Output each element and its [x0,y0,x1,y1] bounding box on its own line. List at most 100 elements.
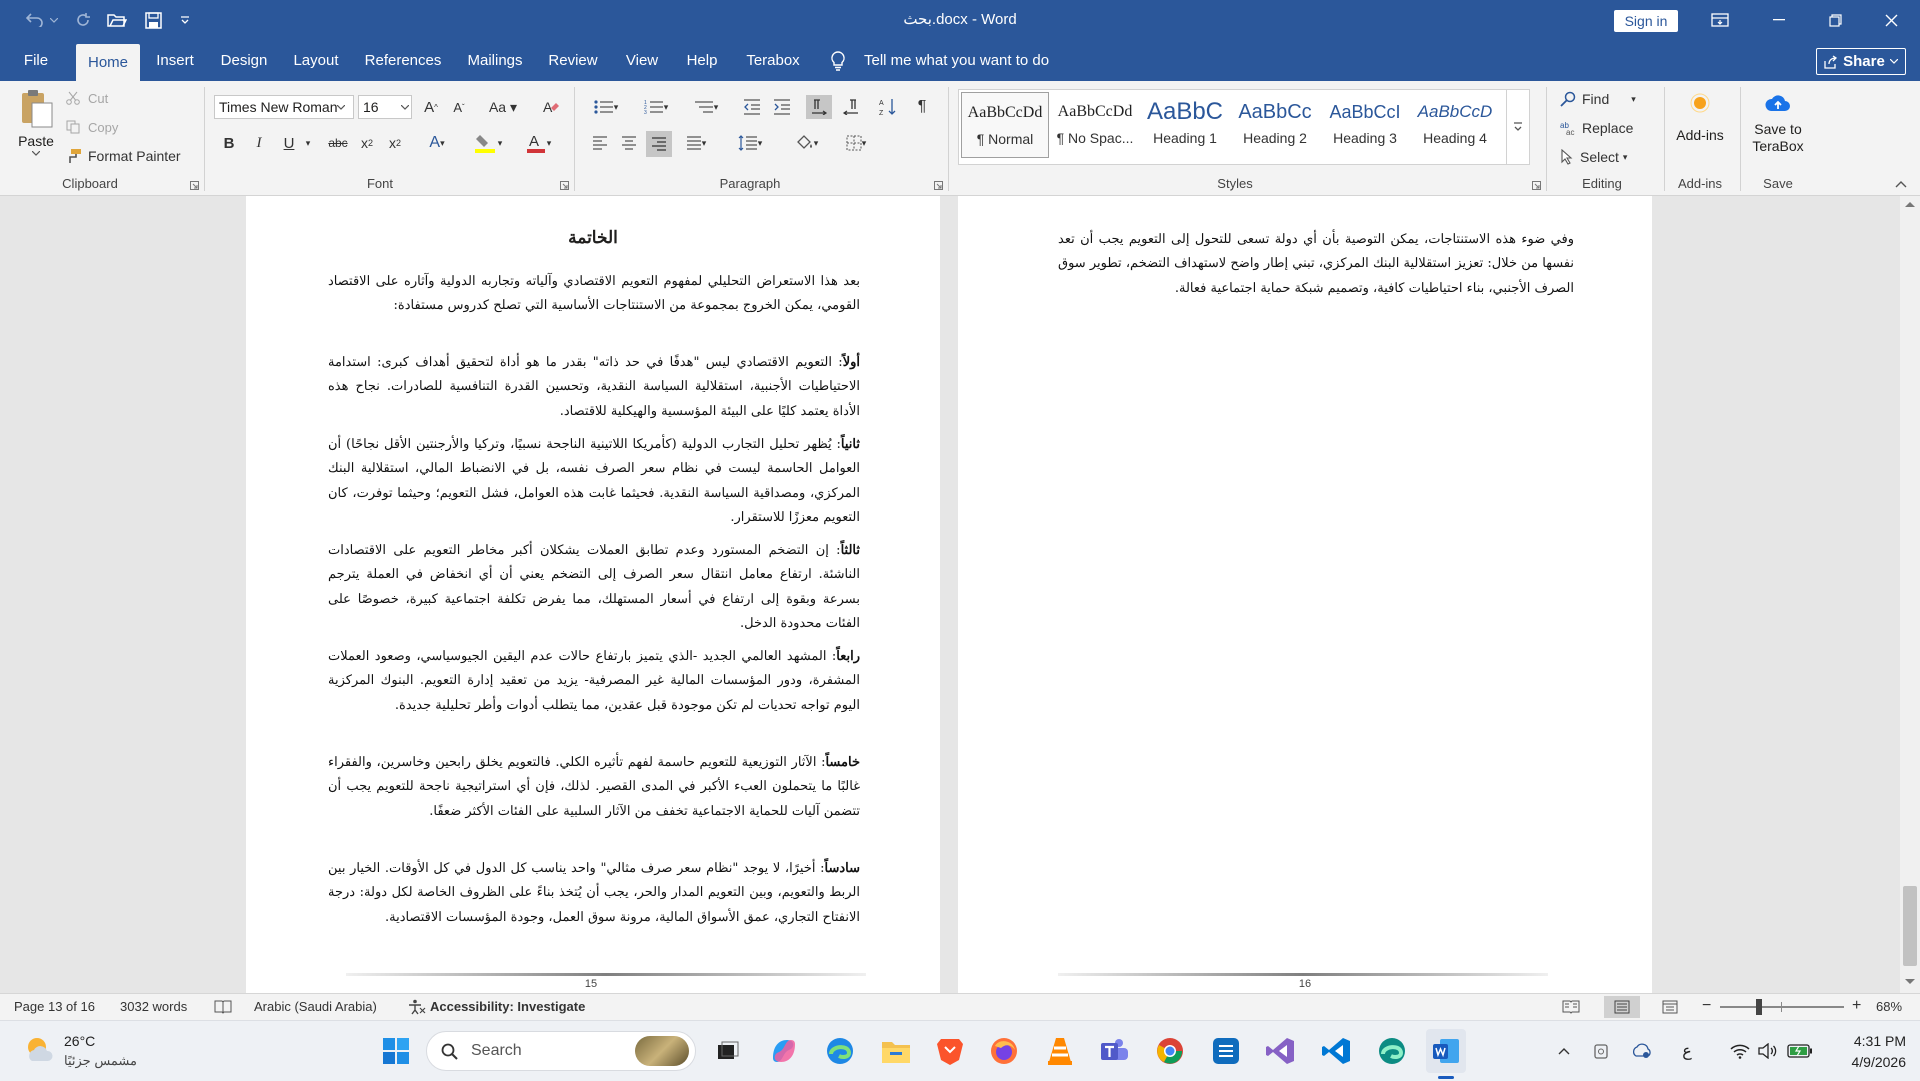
scroll-up-icon[interactable] [1904,200,1916,208]
align-center-icon[interactable] [617,131,641,155]
read-mode-icon[interactable] [1562,1000,1580,1014]
undo-dropdown-icon[interactable] [48,9,60,31]
borders-icon[interactable]: ▾ [836,131,876,155]
styles-more-button[interactable] [1506,89,1530,165]
font-name-select[interactable]: Times New Roman [214,95,354,119]
superscript-icon[interactable]: x2 [384,131,406,155]
print-layout-button[interactable] [1604,996,1640,1018]
undo-icon[interactable] [24,9,46,31]
align-left-icon[interactable] [588,131,612,155]
vertical-scrollbar[interactable] [1900,196,1920,993]
tab-insert[interactable]: Insert [150,40,200,81]
volume-icon[interactable] [1756,1029,1780,1073]
sign-in-button[interactable]: Sign in [1614,10,1678,32]
minimize-icon[interactable] [1766,9,1792,31]
zoom-slider[interactable] [1720,999,1844,1015]
close-icon[interactable] [1878,9,1904,31]
share-button[interactable]: Share [1816,48,1906,75]
font-launcher-icon[interactable] [560,181,569,190]
battery-icon[interactable] [1786,1029,1814,1073]
paste-button[interactable]: Paste [10,89,62,175]
firefox-icon[interactable] [984,1029,1024,1073]
proofing-icon[interactable] [214,1000,232,1014]
style-heading-1[interactable]: AaBbC Heading 1 [1141,92,1229,158]
left-to-right-icon[interactable] [806,95,832,119]
font-size-select[interactable]: 16 [358,95,412,119]
paragraph-launcher-icon[interactable] [934,181,943,190]
style-heading-2[interactable]: AaBbCc Heading 2 [1231,92,1319,158]
tab-file[interactable]: File [14,40,58,81]
text-highlight-icon[interactable]: ▾ [470,131,506,155]
accessibility-status[interactable]: Accessibility: Investigate [430,994,585,1020]
zoom-slider-thumb[interactable] [1756,999,1763,1015]
style-no-spacing[interactable]: AaBbCcDd ¶ No Spac... [1051,92,1139,158]
align-right-icon[interactable] [646,131,672,157]
chrome-icon[interactable] [1150,1029,1190,1073]
task-view-icon[interactable] [712,1029,744,1073]
zoom-in-icon[interactable]: + [1852,994,1861,1020]
text-effects-icon[interactable]: A ▾ [420,131,454,155]
change-case-icon[interactable]: Aa ▾ [484,95,522,119]
page-16[interactable]: وفي ضوء هذه الاستنتاجات، يمكن التوصية بأ… [958,196,1652,993]
scroll-thumb[interactable] [1903,886,1917,966]
clipboard-launcher-icon[interactable] [190,181,199,190]
cut-button[interactable]: Cut [66,87,108,109]
tray-sync-icon[interactable] [1630,1029,1654,1073]
tray-app-icon[interactable] [1590,1029,1612,1073]
shading-icon[interactable]: ▾ [786,131,826,155]
grow-font-icon[interactable]: A ^ [420,95,442,119]
clear-formatting-icon[interactable]: A [538,95,564,119]
zoom-out-icon[interactable]: − [1702,994,1711,1020]
vscode-icon[interactable] [1316,1029,1356,1073]
select-button[interactable]: Select ▾ [1560,145,1627,169]
numbering-icon[interactable]: 1 2 3 ▾ [638,95,674,119]
tell-me-search[interactable]: Tell me what you want to do [864,40,1049,81]
web-layout-icon[interactable] [1662,1000,1680,1014]
tab-layout[interactable]: Layout [288,40,344,81]
language-indicator[interactable]: Arabic (Saudi Arabia) [254,994,377,1020]
tab-mailings[interactable]: Mailings [462,40,528,81]
tab-references[interactable]: References [358,40,448,81]
brave-icon[interactable] [930,1029,970,1073]
page-count[interactable]: Page 13 of 16 [14,994,95,1020]
find-button[interactable]: Find ▾ [1560,87,1636,111]
weather-temperature[interactable]: 26°C [64,1033,95,1049]
edge-icon[interactable] [820,1029,860,1073]
vlc-icon[interactable] [1040,1029,1080,1073]
customize-quick-access-icon[interactable] [178,9,192,31]
input-language-indicator[interactable]: ع [1676,1029,1698,1073]
collapse-ribbon-icon[interactable] [1895,180,1907,188]
save-to-terabox-button[interactable]: Save to TeraBox [1744,91,1812,171]
page-15[interactable]: الخاتمة بعد هذا الاستعراض التحليلي لمفهو… [246,196,940,993]
edge-beta-icon[interactable] [1372,1029,1412,1073]
scroll-down-icon[interactable] [1904,978,1916,986]
show-hidden-icons[interactable] [1554,1029,1574,1073]
style-normal[interactable]: AaBbCcDd ¶ Normal [961,92,1049,158]
clock-time[interactable]: 4:31 PM [1836,1033,1906,1049]
word-taskbar-icon[interactable] [1426,1029,1466,1073]
restore-icon[interactable] [1822,9,1848,31]
shrink-font-icon[interactable]: Aˇ [448,95,470,119]
tab-view[interactable]: View [618,40,666,81]
copilot-icon[interactable] [764,1029,804,1073]
zoom-level[interactable]: 68% [1876,994,1902,1020]
copy-button[interactable]: Copy [66,116,118,138]
word-count[interactable]: 3032 words [120,994,187,1020]
weather-description[interactable]: مشمس جزئيًا [64,1053,137,1069]
taskbar-search[interactable]: Search [426,1031,696,1071]
bold-icon[interactable]: B [218,131,240,155]
redo-icon[interactable] [72,9,94,31]
sort-icon[interactable]: AZ [876,95,900,119]
visual-studio-icon[interactable] [1260,1029,1300,1073]
style-heading-4[interactable]: AaBbCcD Heading 4 [1411,92,1499,158]
style-heading-3[interactable]: AaBbCcI Heading 3 [1321,92,1409,158]
start-button[interactable] [376,1029,416,1073]
right-to-left-icon[interactable] [838,95,864,119]
justify-icon[interactable]: ▾ [678,131,714,155]
wifi-icon[interactable] [1728,1029,1752,1073]
microsoft-store-icon[interactable] [1206,1029,1246,1073]
bullets-icon[interactable]: ▾ [588,95,624,119]
font-color-icon[interactable]: A ▾ [520,131,556,155]
clock-date[interactable]: 4/9/2026 [1826,1054,1907,1070]
replace-button[interactable]: ab ac Replace [1560,116,1633,140]
